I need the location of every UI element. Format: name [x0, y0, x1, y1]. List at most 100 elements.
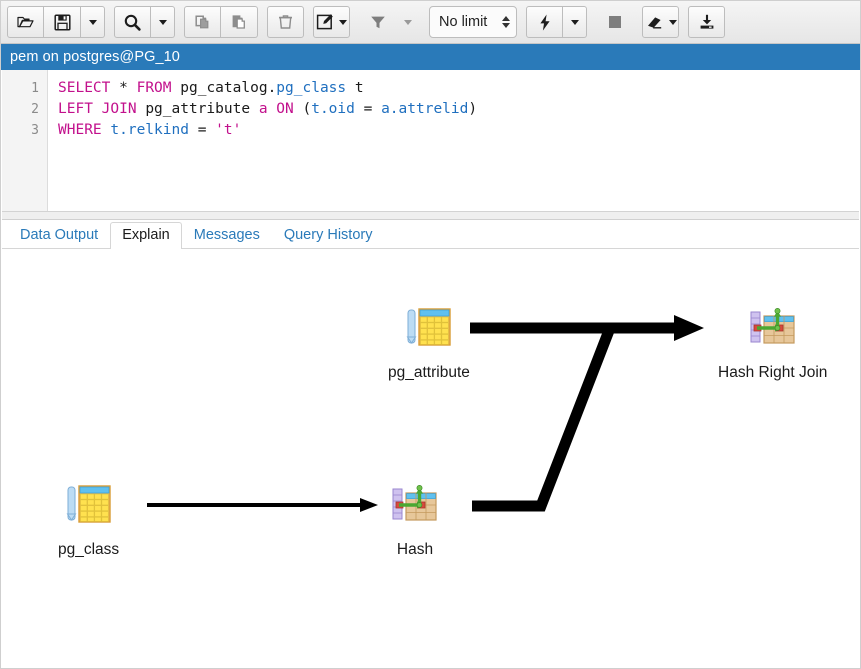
- execute-group: [526, 6, 587, 38]
- download-group: [688, 6, 725, 38]
- filter-funnel-icon: [370, 16, 385, 29]
- code-token: FROM: [136, 80, 172, 96]
- clipboard-group: [184, 6, 258, 38]
- explain-node-hash[interactable]: Hash: [388, 481, 442, 559]
- edit-group: [313, 6, 350, 38]
- stepper-arrows-icon[interactable]: [502, 16, 510, 28]
- paste-icon: [232, 15, 245, 29]
- chevron-down-icon: [570, 19, 579, 25]
- hash-icon: [392, 485, 437, 521]
- edit-pencil-icon: [316, 14, 333, 30]
- stop-query-button[interactable]: [596, 6, 633, 38]
- connection-title-bar: pem on postgres@PG_10: [1, 44, 860, 70]
- code-token: t: [354, 80, 364, 96]
- line-number: 2: [31, 102, 39, 117]
- trash-icon: [279, 15, 292, 29]
- table-scan-icon: [62, 481, 116, 532]
- execute-query-button[interactable]: [526, 6, 563, 38]
- sql-code-area[interactable]: SELECT * FROM pg_catalog.pg_class t LEFT …: [48, 70, 859, 211]
- explain-node-hash-right-join[interactable]: Hash Right Join: [718, 304, 827, 382]
- connection-title: pem on postgres@PG_10: [10, 49, 180, 65]
- code-token: t.relkind: [110, 122, 189, 138]
- code-line: SELECT * FROM pg_catalog.pg_class t: [58, 78, 859, 99]
- explain-node-pg-attribute[interactable]: pg_attribute: [388, 304, 470, 382]
- code-token: pg_catalog: [180, 80, 268, 96]
- open-folder-icon: [17, 16, 34, 28]
- tab-explain[interactable]: Explain: [110, 222, 182, 249]
- query-tool-toolbar: No limit: [1, 1, 860, 44]
- tab-messages[interactable]: Messages: [182, 222, 272, 249]
- sql-editor[interactable]: 123 SELECT * FROM pg_catalog.pg_class tL…: [2, 70, 859, 212]
- chevron-down-icon: [158, 19, 167, 25]
- filter-options-dropdown[interactable]: [396, 6, 420, 38]
- row-limit-value: No limit: [439, 14, 488, 30]
- table-scan-icon: [406, 308, 451, 346]
- save-file-button[interactable]: [44, 6, 81, 38]
- edge-hash-to-hash-right-join: [472, 326, 616, 512]
- code-token: *: [119, 80, 128, 96]
- code-token: WHERE: [58, 122, 102, 138]
- chevron-down-icon: [668, 19, 677, 25]
- code-token: =: [354, 101, 382, 117]
- edit-data-button[interactable]: [313, 6, 350, 38]
- open-file-button[interactable]: [7, 6, 44, 38]
- code-line: LEFT JOIN pg_attribute a ON (t.oid = a.a…: [58, 99, 859, 120]
- explain-diagram-canvas[interactable]: pg_attribute Hash Right Join pg_class Ha…: [2, 249, 859, 668]
- copy-icon: [194, 15, 208, 29]
- code-line: WHERE t.relkind = 't': [58, 120, 859, 141]
- find-options-dropdown[interactable]: [151, 6, 175, 38]
- row-limit-select[interactable]: No limit: [429, 6, 517, 38]
- delete-button[interactable]: [267, 6, 304, 38]
- delete-group: [267, 6, 304, 38]
- find-group: [114, 6, 175, 38]
- chevron-down-icon: [88, 19, 97, 25]
- download-csv-button[interactable]: [688, 6, 725, 38]
- save-disk-icon: [53, 13, 71, 31]
- chevron-down-icon: [404, 19, 412, 25]
- code-token: JOIN: [101, 101, 137, 117]
- code-token: .: [267, 80, 277, 96]
- find-button[interactable]: [114, 6, 151, 38]
- file-group: [7, 6, 105, 38]
- explain-node-label: Hash Right Join: [718, 364, 828, 381]
- code-token: ON: [276, 101, 294, 117]
- hash-icon: [388, 481, 442, 532]
- search-icon: [124, 14, 141, 31]
- code-token: pg_attribute: [145, 101, 251, 117]
- filter-group: [359, 6, 420, 38]
- clear-query-button[interactable]: [642, 6, 679, 38]
- filter-button[interactable]: [359, 6, 396, 38]
- chevron-down-icon: [339, 19, 347, 25]
- code-token: =: [188, 122, 216, 138]
- pgadmin-query-tool-window: No limit pem on postgres@PG_10 1 2 3 SEL…: [0, 0, 861, 669]
- code-token: 't': [215, 122, 242, 138]
- code-token: SELECT: [58, 80, 111, 96]
- tab-query-history[interactable]: Query History: [272, 222, 385, 249]
- save-options-dropdown[interactable]: [81, 6, 105, 38]
- code-token: a.attrelid: [381, 101, 469, 117]
- pane-splitter[interactable]: [2, 212, 859, 220]
- lightning-bolt-icon: [539, 14, 550, 31]
- explain-node-pg-class[interactable]: pg_class: [58, 481, 119, 559]
- stop-square-icon: [608, 16, 621, 28]
- code-token: a: [258, 101, 268, 117]
- clear-group: [642, 6, 679, 38]
- tab-data-output[interactable]: Data Output: [8, 222, 110, 249]
- paste-button[interactable]: [221, 6, 258, 38]
- execute-options-dropdown[interactable]: [563, 6, 587, 38]
- line-number: 1: [31, 81, 39, 96]
- code-token: pg_class: [276, 80, 347, 96]
- eraser-icon: [647, 17, 661, 29]
- download-icon: [700, 14, 713, 29]
- copy-button[interactable]: [184, 6, 221, 38]
- explain-node-label: Hash: [396, 541, 434, 558]
- code-token: t.oid: [311, 101, 355, 117]
- hash-join-icon: [750, 308, 795, 344]
- result-tab-bar: Data Output Explain Messages Query History: [2, 220, 859, 249]
